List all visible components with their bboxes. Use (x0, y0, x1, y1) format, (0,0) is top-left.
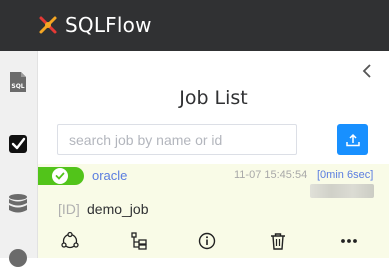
sql-file-icon[interactable]: SQL (7, 71, 29, 93)
tree-icon[interactable] (128, 230, 150, 252)
job-name[interactable]: demo_job (87, 201, 149, 217)
info-circle-icon[interactable] (7, 247, 29, 269)
job-duration: [0min 6sec] (317, 169, 374, 181)
job-checkbox-icon[interactable] (7, 133, 29, 155)
check-circle-icon (52, 168, 68, 184)
status-badge (38, 167, 84, 185)
search-input[interactable] (57, 124, 297, 155)
upload-button[interactable] (337, 124, 368, 155)
db-vendor-label: oracle (92, 168, 128, 183)
app-title: SQLFlow (65, 13, 152, 37)
sqlflow-logo-icon (39, 16, 57, 34)
job-timestamp: 11-07 15:45:54 (234, 169, 308, 181)
trash-icon[interactable] (267, 230, 289, 252)
app-header: SQLFlow (0, 0, 389, 51)
panel-title: Job List (179, 87, 248, 109)
chevron-left-icon[interactable] (359, 61, 375, 81)
info-icon[interactable] (196, 230, 218, 252)
redacted-text (310, 184, 374, 198)
sidebar: SQL (0, 51, 38, 267)
more-icon[interactable] (338, 230, 360, 252)
sql-file-icon-label: SQL (11, 83, 24, 90)
database-icon[interactable] (7, 193, 29, 215)
job-card[interactable]: oracle 11-07 15:45:54 [0min 6sec] [ID] d… (38, 164, 389, 258)
job-id-label: [ID] (58, 201, 80, 217)
lineage-graph-icon[interactable] (59, 230, 81, 252)
upload-icon (345, 133, 360, 146)
job-list-panel: Job List oracle 11-07 15:45:54 [0min 6se… (38, 51, 389, 258)
job-actions (38, 230, 389, 256)
